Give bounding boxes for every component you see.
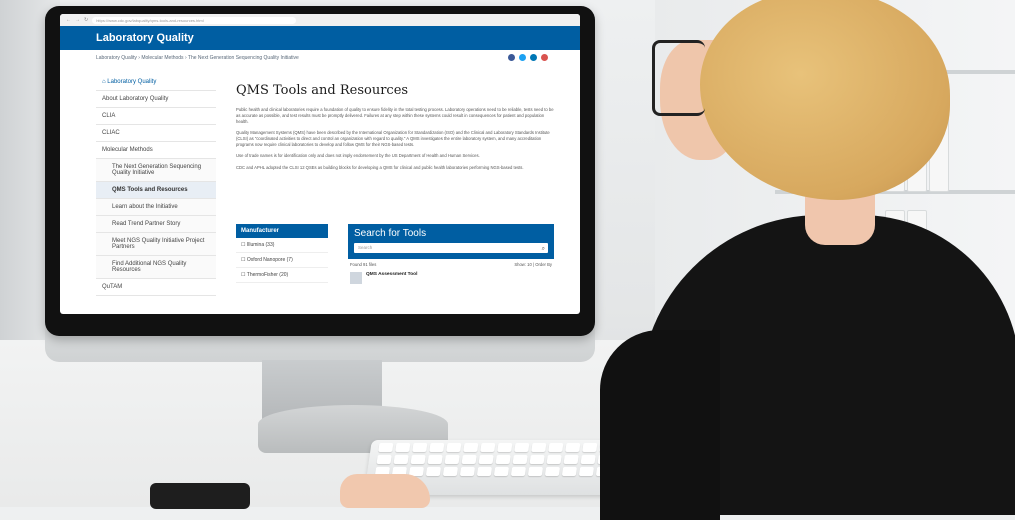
results-sort[interactable]: Show: 10 | Order By	[514, 262, 552, 267]
sidebar-item-partner-story[interactable]: Read Trend Partner Story	[96, 216, 216, 233]
address-bar[interactable]: https://www.cdc.gov/labquality/qms-tools…	[92, 16, 297, 24]
facebook-icon[interactable]	[508, 54, 515, 61]
sidebar-item-clia[interactable]: CLIA	[96, 108, 216, 125]
filter-label: Illumina (33)	[246, 242, 275, 248]
paragraph: Public health and clinical laboratories …	[236, 106, 554, 125]
sidebar-item-molecular-methods[interactable]: Molecular Methods	[96, 142, 216, 159]
tool-search: Search for Tools Search ⌕ Found 91 files …	[348, 224, 554, 286]
social-share	[508, 54, 548, 61]
page-title: QMS Tools and Resources	[236, 83, 409, 98]
manufacturer-filter: Manufacturer ☐ Illumina (33) ☐ Oxford Na…	[236, 224, 328, 283]
sidebar-item-cliac[interactable]: CLIAC	[96, 125, 216, 142]
person-arm	[600, 330, 720, 520]
home-icon: ⌂	[102, 79, 106, 85]
sidebar-nav: ⌂ Laboratory Quality About Laboratory Qu…	[96, 74, 216, 296]
site-header[interactable]: Laboratory Quality	[60, 26, 580, 50]
reload-icon[interactable]: ↻	[84, 17, 88, 23]
filter-option[interactable]: ☐ Illumina (33)	[236, 238, 328, 253]
sidebar-item-home[interactable]: ⌂ Laboratory Quality	[96, 74, 216, 91]
search-icon[interactable]: ⌕	[542, 244, 545, 254]
smartphone	[150, 483, 250, 509]
paragraph: Quality Management Systems (QMS) have be…	[236, 130, 550, 148]
hand	[340, 474, 430, 508]
breadcrumb-item[interactable]: The Next Generation Sequencing Quality I…	[188, 55, 299, 61]
filter-label: Oxford Nanopore (7)	[246, 257, 293, 263]
breadcrumb: Laboratory Quality › Molecular Methods ›…	[60, 50, 580, 66]
breadcrumb-item[interactable]: Laboratory Quality	[96, 55, 137, 61]
sidebar-item-learn[interactable]: Learn about the Initiative	[96, 199, 216, 216]
forward-icon[interactable]: →	[75, 17, 80, 23]
search-panel: Search for Tools Search ⌕	[348, 224, 554, 259]
sidebar-item-resources[interactable]: Find Additional NGS Quality Resources	[96, 256, 216, 279]
email-icon[interactable]	[541, 54, 548, 61]
search-input[interactable]: Search ⌕	[354, 243, 548, 253]
paragraph: Use of trade names is for identification…	[236, 153, 480, 159]
sidebar-item-partners[interactable]: Meet NGS Quality Initiative Project Part…	[96, 233, 216, 256]
results-count: Found 91 files	[350, 262, 377, 267]
browser-toolbar: ← → ↻ https://www.cdc.gov/labquality/qms…	[60, 14, 580, 26]
breadcrumb-item[interactable]: Molecular Methods	[141, 55, 183, 61]
monitor-screen: ← → ↻ https://www.cdc.gov/labquality/qms…	[60, 14, 580, 314]
linkedin-icon[interactable]	[530, 54, 537, 61]
filter-option[interactable]: ☐ Oxford Nanopore (7)	[236, 253, 328, 268]
filter-option[interactable]: ☐ ThermoFisher (20)	[236, 268, 328, 283]
twitter-icon[interactable]	[519, 54, 526, 61]
main-content: QMS Tools and Resources Public health an…	[236, 82, 554, 176]
filter-label: ThermoFisher (20)	[246, 272, 289, 278]
sidebar-item-ngs-initiative[interactable]: The Next Generation Sequencing Quality I…	[96, 159, 216, 182]
sidebar-item-qutam[interactable]: QuTAM	[96, 279, 216, 296]
results-bar: Found 91 files Show: 10 | Order By	[348, 259, 554, 270]
glasses	[652, 40, 705, 116]
back-icon[interactable]: ←	[66, 17, 71, 23]
search-heading: Search for Tools	[354, 228, 427, 239]
sidebar-item-label: Laboratory Quality	[107, 79, 157, 85]
result-title[interactable]: QMS Assessment Tool	[366, 272, 417, 284]
result-thumbnail	[350, 272, 362, 284]
paragraph: CDC and APHL adopted the CLSI 12 QSEs as…	[236, 164, 524, 170]
sidebar-item-about[interactable]: About Laboratory Quality	[96, 91, 216, 108]
manufacturer-heading: Manufacturer	[236, 224, 328, 238]
sidebar-item-qms-tools[interactable]: QMS Tools and Resources	[96, 182, 216, 199]
result-item[interactable]: QMS Assessment Tool	[348, 270, 554, 286]
